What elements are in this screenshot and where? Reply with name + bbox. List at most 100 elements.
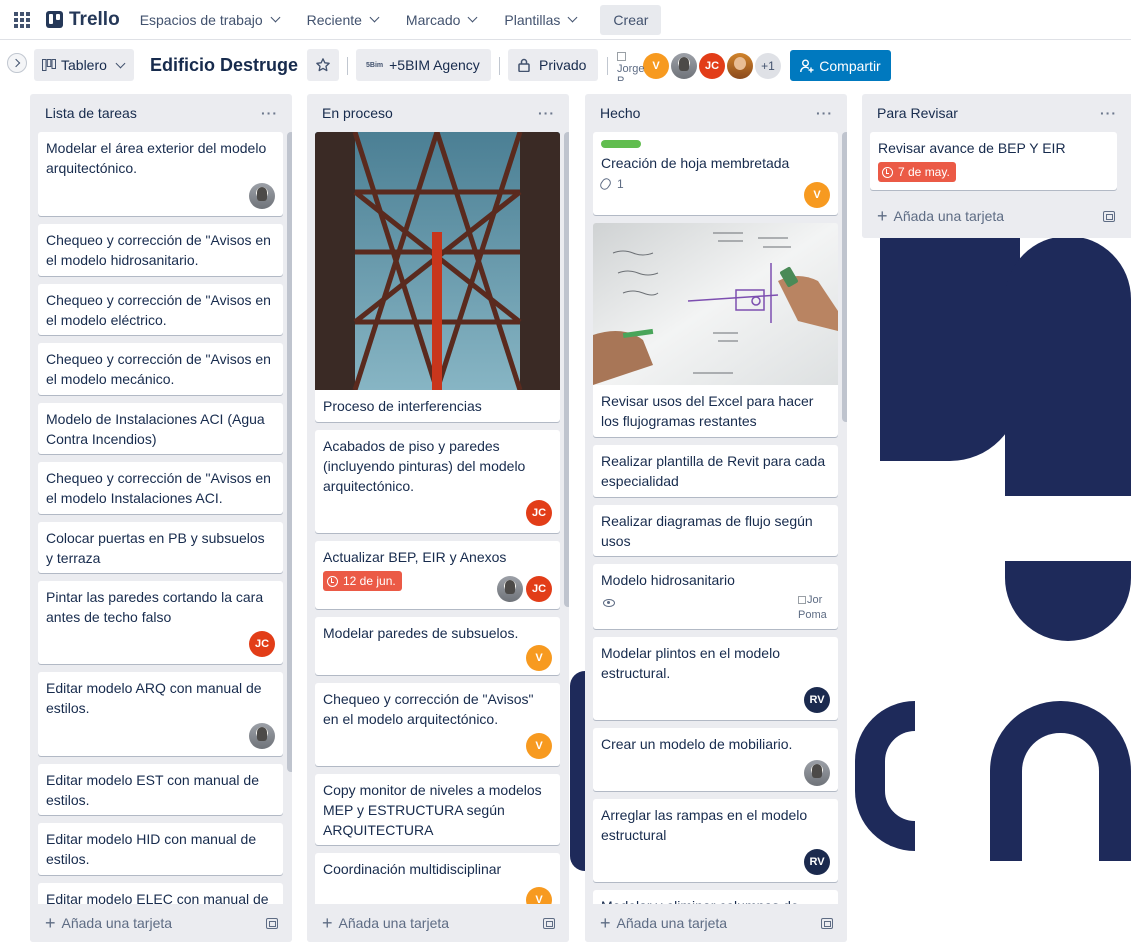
plus-icon: +	[600, 913, 611, 933]
board-view-switcher[interactable]: Tablero	[34, 49, 134, 81]
card[interactable]: Editar modelo ELEC con manual de estilos…	[38, 883, 283, 904]
add-card-button[interactable]: + Añada una tarjeta	[45, 914, 172, 932]
card[interactable]: Creación de hoja membretada 1 V	[593, 132, 838, 215]
card[interactable]: Acabados de piso y paredes (incluyendo p…	[315, 430, 560, 533]
card[interactable]: Modelar paredes de subsuelos. V	[315, 617, 560, 675]
card-member-avatar[interactable]: JC	[526, 500, 552, 526]
card-member-avatar[interactable]	[497, 576, 523, 602]
nav-recent[interactable]: Reciente	[307, 12, 380, 28]
board-title[interactable]: Edificio Destruge	[150, 55, 298, 76]
workspace-button[interactable]: 5Bim +5BIM Agency	[356, 49, 491, 81]
member-avatar-broken[interactable]: Jorge P	[617, 51, 647, 81]
member-avatar[interactable]: JC	[699, 53, 725, 79]
background-decoration	[1005, 561, 1131, 641]
template-icon[interactable]	[821, 917, 833, 929]
trello-logo[interactable]: Trello	[46, 9, 120, 31]
member-avatar[interactable]	[727, 53, 753, 79]
list-header[interactable]: En proceso ···	[307, 94, 569, 132]
nav-workspaces[interactable]: Espacios de trabajo	[140, 12, 281, 28]
card[interactable]: Chequeo y corrección de "Avisos en el mo…	[38, 462, 283, 514]
visibility-button[interactable]: Privado	[508, 49, 598, 81]
card[interactable]: Modelar plintos en el modelo estructural…	[593, 637, 838, 720]
card[interactable]: Chequeo y corrección de "Avisos en el mo…	[38, 284, 283, 335]
list-header[interactable]: Para Revisar ···	[862, 94, 1131, 132]
add-card-button[interactable]: + Añada una tarjeta	[600, 913, 727, 933]
card[interactable]: Pintar las paredes cortando la cara ante…	[38, 581, 283, 664]
card[interactable]: Colocar puertas en PB y subsuelos y terr…	[38, 522, 283, 573]
list-scrollbar[interactable]	[842, 132, 847, 422]
more-dots-icon[interactable]: ···	[1100, 105, 1117, 121]
more-members-badge[interactable]: +1	[755, 53, 781, 79]
list-scrollbar[interactable]	[287, 132, 292, 772]
add-card-button[interactable]: + Añada una tarjeta	[877, 207, 1004, 225]
more-dots-icon[interactable]: ···	[538, 105, 555, 121]
due-date-badge[interactable]: 12 de jun.	[323, 571, 402, 591]
card-member-avatar[interactable]: RV	[804, 687, 830, 713]
board-view-icon	[42, 59, 56, 71]
card-member-avatar[interactable]: V	[526, 733, 552, 759]
card-label-green[interactable]	[601, 140, 641, 148]
member-broken-alt: Jorge P	[617, 63, 645, 81]
star-board-button[interactable]	[307, 49, 339, 81]
apps-grid-icon[interactable]	[12, 10, 32, 30]
nav-starred[interactable]: Marcado	[406, 12, 478, 28]
card[interactable]: Revisar avance de BEP Y EIR 7 de may.	[870, 132, 1117, 190]
card[interactable]: Editar modelo ARQ con manual de estilos.	[38, 672, 283, 756]
card[interactable]: Chequeo y corrección de "Avisos" en el m…	[315, 683, 560, 766]
card-member-avatar[interactable]: JC	[249, 631, 275, 657]
broken-image-icon	[617, 52, 626, 61]
card-member-avatar[interactable]: RV	[804, 849, 830, 875]
card[interactable]: Realizar plantilla de Revit para cada es…	[593, 445, 838, 497]
card[interactable]: Proceso de interferencias	[315, 132, 560, 422]
card-title: Realizar plantilla de Revit para cada es…	[601, 453, 826, 489]
card-member-avatar[interactable]: JC	[526, 576, 552, 602]
card[interactable]: Modelo hidrosanitario Jor Poma	[593, 564, 838, 629]
card-member-avatar[interactable]: V	[526, 887, 552, 904]
card[interactable]: Chequeo y corrección de "Avisos en el mo…	[38, 343, 283, 395]
card-member-broken-avatar[interactable]: Jor Poma	[798, 593, 832, 623]
card[interactable]: Crear un modelo de mobiliario.	[593, 728, 838, 791]
list-header[interactable]: Hecho ···	[585, 94, 847, 132]
nav-templates[interactable]: Plantillas	[504, 12, 578, 28]
card[interactable]: Editar modelo EST con manual de estilos.	[38, 764, 283, 815]
card-member-avatar[interactable]: V	[526, 645, 552, 671]
list-footer: + Añada una tarjeta	[307, 904, 569, 942]
card[interactable]: Actualizar BEP, EIR y Anexos 12 de jun. …	[315, 541, 560, 609]
member-avatar[interactable]	[671, 53, 697, 79]
card[interactable]: Copy monitor de niveles a modelos MEP y …	[315, 774, 560, 845]
card[interactable]: Revisar usos del Excel para hacer los fl…	[593, 223, 838, 437]
list-title[interactable]: Lista de tareas	[45, 105, 137, 121]
card-member-avatar[interactable]	[249, 723, 275, 749]
template-icon[interactable]	[266, 917, 278, 929]
card[interactable]: Modelar el área exterior del modelo arqu…	[38, 132, 283, 216]
chevron-down-icon	[369, 12, 380, 23]
due-date-badge[interactable]: 7 de may.	[878, 162, 956, 182]
sidebar-expand-icon[interactable]	[7, 53, 27, 73]
list-header[interactable]: Lista de tareas ···	[30, 94, 292, 132]
more-dots-icon[interactable]: ···	[261, 105, 278, 121]
card-title: Revisar avance de BEP Y EIR	[878, 140, 1066, 156]
card[interactable]: Arreglar las rampas en el modelo estruct…	[593, 799, 838, 882]
list-title[interactable]: Hecho	[600, 105, 640, 121]
card-member-avatar[interactable]	[249, 183, 275, 209]
list-title[interactable]: Para Revisar	[877, 105, 958, 121]
template-icon[interactable]	[543, 917, 555, 929]
card[interactable]: Coordinación multidisciplinar V	[315, 853, 560, 904]
list-scrollbar[interactable]	[564, 132, 569, 607]
card-member-avatar[interactable]: V	[804, 182, 830, 208]
more-dots-icon[interactable]: ···	[816, 105, 833, 121]
create-button[interactable]: Crear	[600, 4, 662, 35]
template-icon[interactable]	[1103, 210, 1115, 222]
card-title: Editar modelo ELEC con manual de estilos…	[46, 891, 269, 904]
add-card-button[interactable]: + Añada una tarjeta	[322, 914, 449, 932]
card-member-avatar[interactable]	[804, 760, 830, 786]
card[interactable]: Modelar y eliminar columnas de	[593, 890, 838, 904]
card[interactable]: Realizar diagramas de flujo según usos	[593, 505, 838, 556]
card[interactable]: Editar modelo HID con manual de estilos.	[38, 823, 283, 875]
share-button[interactable]: Compartir	[790, 50, 891, 81]
card-title: Modelo hidrosanitario	[601, 572, 735, 588]
card-container: Proceso de interferencias Acabados de pi…	[307, 132, 569, 904]
list-title[interactable]: En proceso	[322, 105, 393, 121]
card[interactable]: Modelo de Instalaciones ACI (Agua Contra…	[38, 403, 283, 454]
card[interactable]: Chequeo y corrección de "Avisos en el mo…	[38, 224, 283, 276]
